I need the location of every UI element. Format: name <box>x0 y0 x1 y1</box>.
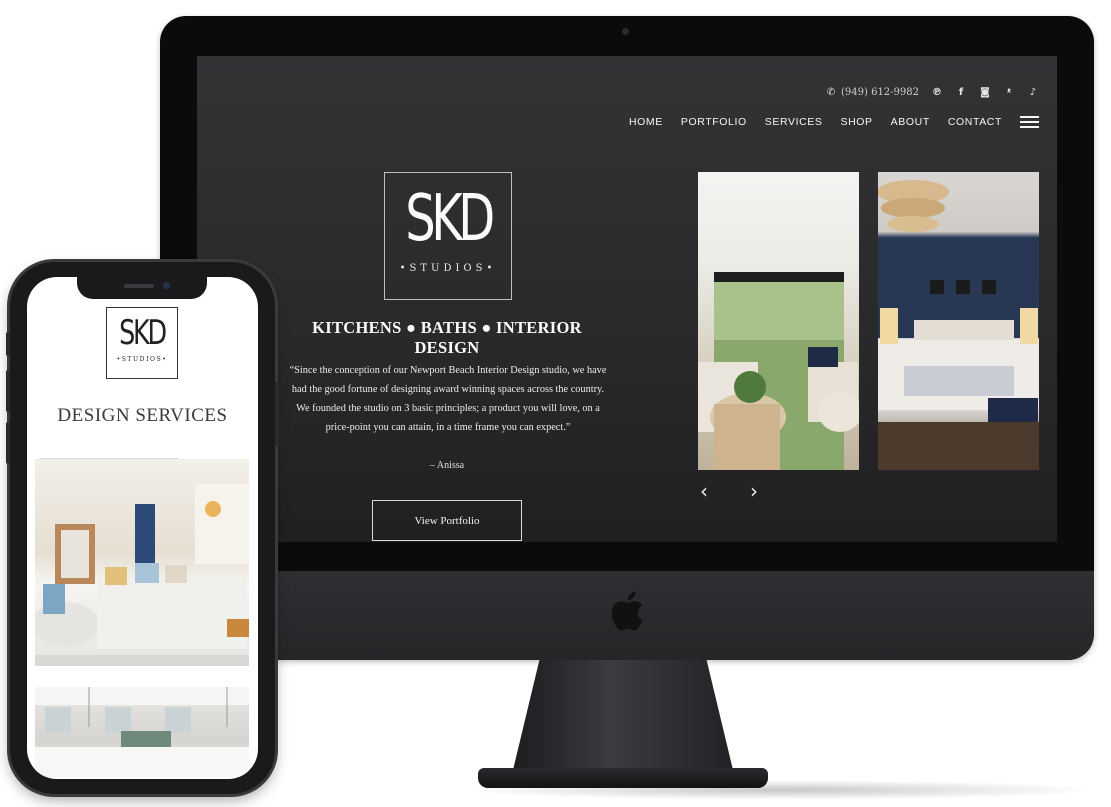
instagram-icon[interactable]: ◙ <box>979 86 991 98</box>
tiktok-icon[interactable]: ♪ <box>1027 86 1039 98</box>
phone-number: (949) 612-9982 <box>841 86 919 98</box>
mobile-website-screen: SKD •STUDIOS• DESIGN SERVICES <box>27 277 258 779</box>
logo-subtitle: •STUDIOS• <box>399 263 497 274</box>
mobile-kitchen-image[interactable] <box>35 687 249 777</box>
volume-down-button <box>6 422 10 464</box>
slide-image-living-room[interactable] <box>698 172 859 470</box>
floor-shadow <box>460 780 1100 800</box>
logo-mark: SKD <box>405 182 495 256</box>
pinterest-icon[interactable]: ℗ <box>931 86 943 98</box>
nav-item-about[interactable]: ABOUT <box>891 116 930 128</box>
main-nav: HOME PORTFOLIO SERVICES SHOP ABOUT CONTA… <box>629 116 1039 128</box>
skd-studios-logo[interactable]: SKD •STUDIOS• <box>384 172 512 300</box>
twitter-icon[interactable]: ᵜ <box>1003 86 1015 98</box>
desktop-website-screen: ✆ (949) 612-9982 ℗ f ◙ ᵜ ♪ HOME PORTFOLI… <box>197 56 1057 542</box>
power-button <box>275 382 279 446</box>
top-contact-bar: ✆ (949) 612-9982 ℗ f ◙ ᵜ ♪ <box>825 86 1039 98</box>
slider-next-button[interactable]: › <box>744 481 764 501</box>
design-services-heading: DESIGN SERVICES <box>57 405 228 426</box>
imac-chin <box>160 571 1094 660</box>
mobile-skd-logo[interactable]: SKD •STUDIOS• <box>106 307 178 379</box>
founder-quote: “Since the conception of our Newport Bea… <box>289 365 607 433</box>
volume-up-button <box>6 370 10 412</box>
nav-item-portfolio[interactable]: PORTFOLIO <box>681 116 747 128</box>
nav-item-contact[interactable]: CONTACT <box>948 116 1002 128</box>
camera-icon <box>622 28 629 35</box>
slider-prev-button[interactable]: ‹ <box>694 481 714 501</box>
phone-link[interactable]: ✆ (949) 612-9982 <box>825 86 919 98</box>
mobile-logo-subtitle: •STUDIOS• <box>116 356 168 363</box>
phone-notch <box>77 277 207 299</box>
mobile-logo-mark: SKD <box>119 313 167 353</box>
quote-author: – Anissa <box>429 460 465 471</box>
front-camera-icon <box>163 282 170 289</box>
tagline: KITCHENS ● BATHS ● INTERIOR DESIGN <box>312 318 582 357</box>
imac-stand-neck <box>513 660 733 770</box>
nav-item-home[interactable]: HOME <box>629 116 663 128</box>
view-portfolio-button[interactable]: View Portfolio <box>372 500 522 541</box>
iphone-device: SKD •STUDIOS• DESIGN SERVICES <box>6 262 279 794</box>
menu-icon[interactable] <box>1020 116 1039 128</box>
apple-logo-icon <box>611 591 643 631</box>
facebook-icon[interactable]: f <box>955 86 967 98</box>
nav-item-shop[interactable]: SHOP <box>840 116 872 128</box>
side-button <box>6 332 10 356</box>
nav-item-services[interactable]: SERVICES <box>765 116 823 128</box>
speaker-icon <box>124 284 154 288</box>
mobile-living-room-image[interactable] <box>35 459 249 666</box>
phone-icon: ✆ <box>826 86 836 98</box>
slide-image-bedroom[interactable] <box>878 172 1039 470</box>
